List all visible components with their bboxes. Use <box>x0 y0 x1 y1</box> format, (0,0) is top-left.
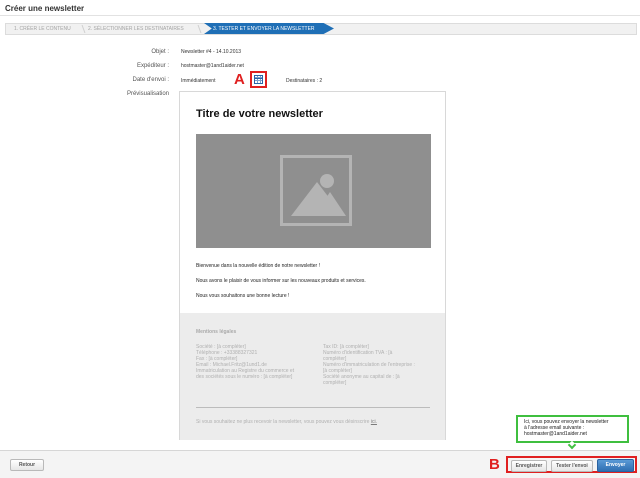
marker-a: A <box>234 71 245 88</box>
legal-line: compléter] <box>323 380 347 386</box>
newsletter-preview: Titre de votre newsletter Bienvenue dans… <box>179 91 446 440</box>
newsletter-paragraph: Nous avons le plaisir de vous informer s… <box>196 278 366 284</box>
recipients-count: Destinataires : 2 <box>286 78 323 84</box>
tooltip-line: hostmaster@1and1aider.net <box>524 431 587 437</box>
marker-b: B <box>489 456 500 473</box>
legal-heading: Mentions légales <box>196 329 237 335</box>
newsletter-paragraph: Bienvenue dans la nouvelle édition de no… <box>196 263 320 269</box>
legal-right-column: Tax ID: [à compléter] Numéro d'identific… <box>323 344 427 386</box>
back-button[interactable]: Retour <box>10 459 44 471</box>
legal-left-column: Société : [à compléter] Téléphone : +333… <box>196 344 314 380</box>
newsletter-title: Titre de votre newsletter <box>196 108 323 120</box>
wizard-step-test-send[interactable]: 3. TESTER ET ENVOYER LA NEWSLETTER <box>204 23 334 34</box>
preview-label: Prévisualisation <box>126 91 169 97</box>
subject-value: Newsletter #4 - 14.10.2013 <box>181 49 242 55</box>
legal-divider <box>196 407 430 408</box>
send-button[interactable]: Envoyer <box>597 459 634 472</box>
unsubscribe-message: Si vous souhaitez ne plus recevoir la ne… <box>196 419 370 425</box>
newsletter-paragraph: Nous vous souhaitons une bonne lecture ! <box>196 293 290 299</box>
sender-value: hostmaster@1and1aider.net <box>181 63 244 69</box>
wizard-step-select-recipients[interactable]: 2. SÉLECTIONNER LES DESTINATAIRES <box>88 24 184 34</box>
send-date-value: Immédiatement <box>181 78 216 84</box>
unsubscribe-link[interactable]: ici. <box>371 419 377 425</box>
legal-line: des sociétés sous le numéro : [à complét… <box>196 374 293 380</box>
chevron-right-icon <box>76 25 86 33</box>
send-tooltip: Ici, vous pouvez envoyer la newsletter à… <box>516 415 629 443</box>
calendar-icon <box>254 75 263 84</box>
save-button[interactable]: Enregistrer <box>511 460 547 472</box>
newsletter-image <box>196 134 431 248</box>
unsubscribe-text: Si vous souhaitez ne plus recevoir la ne… <box>196 419 377 425</box>
sender-label: Expéditeur : <box>136 63 169 69</box>
legal-footer: Mentions légales Société : [à compléter]… <box>180 313 445 440</box>
chevron-right-icon <box>192 25 202 33</box>
subject-label: Objet : <box>151 49 169 55</box>
calendar-button[interactable] <box>250 71 267 88</box>
wizard-steps: 1. CRÉER LE CONTENU 2. SÉLECTIONNER LES … <box>5 23 637 35</box>
send-date-label: Date d'envoi : <box>132 77 169 83</box>
wizard-step-create-content[interactable]: 1. CRÉER LE CONTENU <box>14 24 71 34</box>
title-divider <box>0 15 640 16</box>
page-title: Créer une newsletter <box>5 4 85 13</box>
test-send-button[interactable]: Tester l'envoi <box>551 460 593 472</box>
